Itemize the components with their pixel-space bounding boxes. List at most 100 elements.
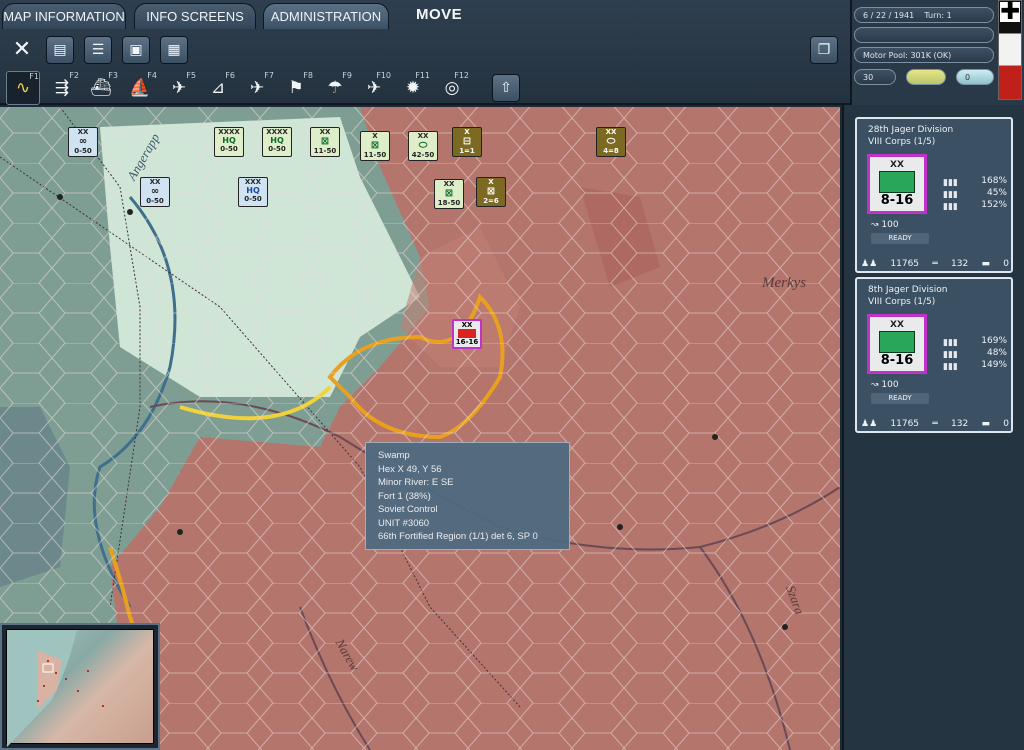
unit-strength: 0-50 — [268, 145, 286, 153]
tab-map-information[interactable]: MAP INFORMATION — [2, 3, 126, 29]
f11-explosion-button[interactable]: ✹ F11 — [396, 71, 430, 105]
unit-size: XX — [443, 180, 455, 188]
unit-type-symbol — [458, 329, 476, 338]
grid-icon: ▦ — [167, 42, 181, 58]
unit-counter[interactable]: X ⊠ 11-50 — [360, 131, 390, 161]
unit-counter[interactable]: XX ⊠ 18-50 — [434, 179, 464, 209]
unit-counter[interactable]: X ⊟ 1=1 — [452, 127, 482, 157]
save-button[interactable]: ▣ — [122, 36, 150, 64]
motor-pool-display: Motor Pool: 301K (OK) — [854, 47, 994, 63]
unit-stat-2: 48% — [986, 348, 1007, 358]
unit-size: XX — [605, 128, 617, 136]
f7-air-transfer-button[interactable]: ✈ F7 — [240, 71, 274, 105]
unit-size: XX — [461, 321, 473, 329]
report-list-button[interactable]: ☰ — [84, 36, 112, 64]
unit-strength: 42-50 — [411, 151, 435, 159]
unit-size: X — [464, 128, 470, 136]
move-path-icon: ∿ — [15, 78, 31, 98]
minimap-view[interactable] — [6, 629, 154, 747]
tank-icon: ▬ — [981, 259, 990, 269]
date-text: 6 / 22 / 1941 — [863, 10, 915, 20]
unit-strength: 0-50 — [74, 147, 92, 155]
rail-icon: ⇶ — [54, 78, 70, 98]
upload-icon: ⇧ — [500, 80, 512, 96]
hex-coordinates: Hex X 49, Y 56 — [378, 463, 442, 475]
f12-compass-button[interactable]: ◎ F12 — [435, 71, 469, 105]
men-icon: ♟♟ — [861, 259, 878, 269]
f1-move-button[interactable]: ∿ F1 — [6, 71, 40, 105]
f10-bombing-button[interactable]: ✈ F10 — [357, 71, 391, 105]
unit-counter[interactable]: XX ∞ 0-50 — [140, 177, 170, 207]
f8-ground-support-button[interactable]: ⚑ F8 — [279, 71, 313, 105]
unit-type-symbol: ⊠ — [320, 136, 330, 147]
window-button[interactable]: ❐ — [810, 36, 838, 64]
f5-air-recon-button[interactable]: ✈ F5 — [162, 71, 196, 105]
report-list-icon: ☰ — [91, 42, 105, 58]
status-field-2-value: 0 — [965, 72, 971, 82]
unit-card-corps: VIII Corps (1/5) — [868, 137, 936, 147]
unit-card[interactable]: 28th Jager Division VIII Corps (1/5) XX 8-… — [855, 117, 1013, 273]
status-blank-field — [854, 27, 994, 43]
airfield-icon: ⊿ — [210, 78, 226, 98]
unit-counter[interactable]: XX ⬭ 42-50 — [408, 131, 438, 161]
unit-strength: 0-50 — [244, 195, 262, 203]
unit-type-symbol: ⊠ — [486, 186, 496, 197]
unit-strength: 11-50 — [363, 151, 387, 159]
unit-strength: 0-50 — [146, 197, 164, 205]
fort-info: Fort 1 (38%) — [378, 490, 431, 502]
control-info: Soviet Control — [378, 504, 438, 515]
infantry-symbol-icon — [879, 331, 915, 353]
unit-size: XXXX — [266, 128, 288, 136]
unit-type-symbol: HQ — [270, 136, 284, 145]
tab-administration[interactable]: ADMINISTRATION — [263, 3, 389, 29]
unit-tanks: 0 — [1003, 259, 1009, 269]
unit-counter[interactable]: XX ⊠ 11-50 — [310, 127, 340, 157]
upload-button[interactable]: ⇧ — [492, 74, 520, 102]
gun-icon: ═ — [932, 259, 938, 269]
close-button[interactable]: ✕ — [8, 35, 36, 63]
unit-movement: ↝ 100 — [871, 380, 899, 390]
air-recon-icon: ✈ — [171, 78, 187, 98]
grid-button[interactable]: ▦ — [160, 36, 188, 64]
unit-size: XX — [319, 128, 331, 136]
close-icon: ✕ — [12, 36, 32, 62]
f6-airfield-button[interactable]: ⊿ F6 — [201, 71, 235, 105]
unit-name: 66th Fortified Region (1/1) det 6, SP 0 — [378, 531, 538, 542]
unit-counter-selected[interactable]: XX 16-16 — [452, 319, 482, 349]
unit-size: X — [372, 132, 378, 140]
unit-card-name: 28th Jager Division — [868, 125, 954, 135]
unit-size: XX — [149, 178, 161, 186]
unit-counter[interactable]: XX ⬭ 4=8 — [596, 127, 626, 157]
ground-support-icon: ⚑ — [288, 78, 304, 98]
unit-counter[interactable]: XXX HQ 0-50 — [238, 177, 268, 207]
unit-strength: 18-50 — [437, 199, 461, 207]
unit-type-symbol: ∞ — [78, 136, 88, 147]
river-info: Minor River: E SE — [378, 477, 454, 488]
f2-rail-button[interactable]: ⇶ F2 — [45, 71, 79, 105]
unit-counter[interactable]: X ⊠ 2=6 — [476, 177, 506, 207]
unit-strength: 16-16 — [455, 338, 479, 346]
unit-list-button[interactable]: ▤ — [46, 36, 74, 64]
unit-counter[interactable]: XXXX HQ 0-50 — [262, 127, 292, 157]
f3-naval-button[interactable]: ⛴ F3 — [84, 71, 118, 105]
unit-card-strength: 8-16 — [880, 353, 914, 368]
tab-info-screens[interactable]: INFO SCREENS — [134, 3, 256, 29]
unit-guns: 132 — [951, 419, 969, 429]
unit-card[interactable]: 8th Jager Division VIII Corps (1/5) XX 8-1… — [855, 277, 1013, 433]
unit-card-name: 8th Jager Division — [868, 285, 948, 295]
unit-counter[interactable]: XX ∞ 0-50 — [68, 127, 98, 157]
unit-movement-value: 100 — [881, 220, 899, 230]
air-drop-icon: ☂ — [327, 78, 343, 98]
minimap[interactable] — [0, 623, 160, 750]
unit-strength: 0-50 — [220, 145, 238, 153]
unit-stat-2: 45% — [986, 188, 1007, 198]
unit-type-symbol: HQ — [246, 186, 260, 195]
f9-air-drop-button[interactable]: ☂ F9 — [318, 71, 352, 105]
compass-icon: ◎ — [444, 78, 460, 98]
unit-counter[interactable]: XXXX HQ 0-50 — [214, 127, 244, 157]
air-transfer-icon: ✈ — [249, 78, 265, 98]
unit-strength: 2=6 — [483, 197, 499, 205]
unit-type-symbol: ⊠ — [370, 140, 380, 151]
f4-transport-button[interactable]: ⛵ F4 — [123, 71, 157, 105]
tank-icon: ▬ — [981, 419, 990, 429]
